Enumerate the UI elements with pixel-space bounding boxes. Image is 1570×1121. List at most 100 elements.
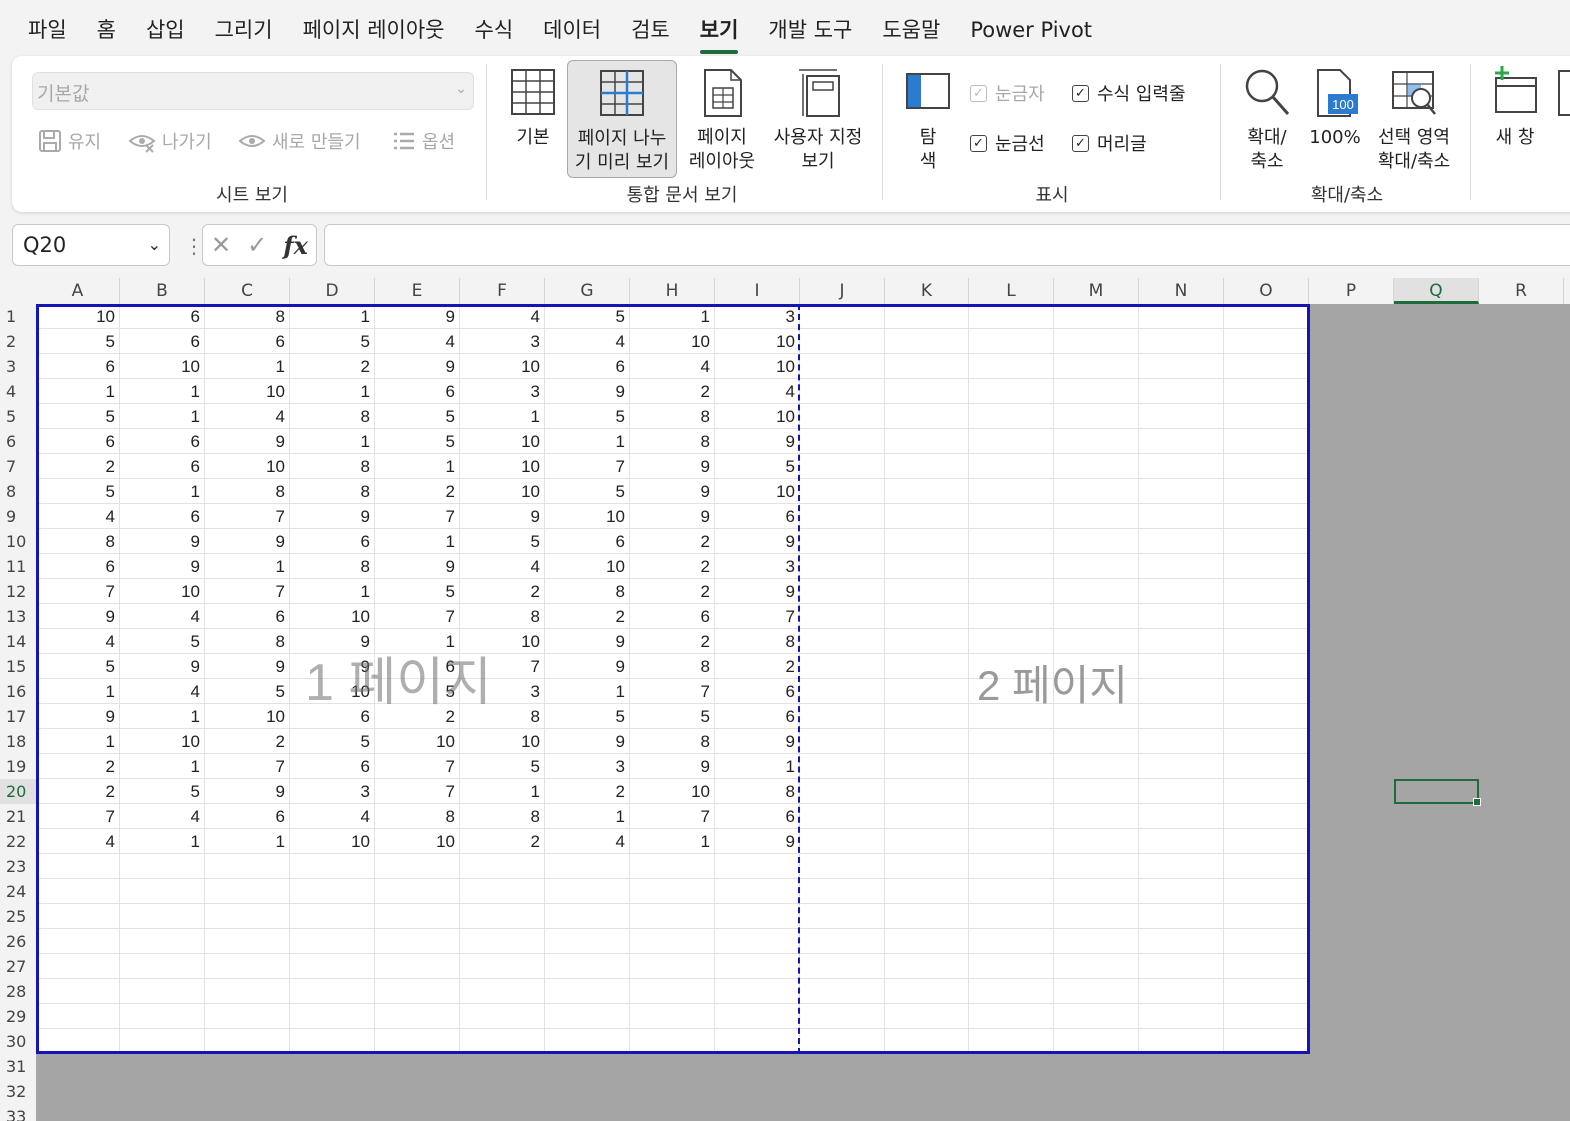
more-options-icon[interactable]: ⋮ [184,234,204,258]
cell[interactable]: 3 [545,754,630,779]
cell[interactable] [715,879,800,904]
new-window-button[interactable]: 새 창 [1486,66,1544,150]
cell[interactable] [36,929,120,954]
cell[interactable]: 5 [460,529,545,554]
cell[interactable]: 10 [120,579,205,604]
cell[interactable] [36,979,120,1004]
cell[interactable] [969,479,1054,504]
cell[interactable] [1224,379,1309,404]
row-header[interactable]: 33 [0,1104,36,1121]
cell[interactable] [885,804,969,829]
normal-view-button[interactable]: 기본 [504,66,562,150]
cell[interactable] [36,854,120,879]
cell[interactable]: 5 [36,404,120,429]
row-header[interactable]: 3 [0,354,36,379]
cell[interactable]: 9 [545,379,630,404]
cell[interactable] [885,529,969,554]
cell[interactable] [800,529,885,554]
menu-tab-1[interactable]: 홈 [97,10,116,50]
cell[interactable] [969,654,1054,679]
cell[interactable]: 10 [545,504,630,529]
cell[interactable] [1054,529,1139,554]
cell[interactable] [715,1029,800,1054]
cell[interactable] [800,704,885,729]
row-header[interactable]: 20 [0,779,36,804]
row-header[interactable]: 28 [0,979,36,1004]
cell[interactable] [460,954,545,979]
cell[interactable] [1139,879,1224,904]
cell[interactable]: 9 [630,454,715,479]
headings-checkbox[interactable]: ✓ 머리글 [1072,130,1147,156]
cell[interactable] [969,1029,1054,1054]
cell[interactable]: 4 [120,804,205,829]
cell[interactable] [36,904,120,929]
cell[interactable] [1139,929,1224,954]
cell[interactable]: 8 [460,604,545,629]
cell[interactable]: 8 [630,404,715,429]
cell[interactable]: 9 [205,529,290,554]
cell[interactable]: 5 [120,779,205,804]
cell[interactable] [36,879,120,904]
cell[interactable] [290,854,375,879]
cell[interactable] [1139,654,1224,679]
cell[interactable] [800,729,885,754]
cell[interactable] [120,954,205,979]
cell[interactable]: 4 [460,304,545,329]
cell[interactable]: 9 [715,429,800,454]
cell[interactable] [1054,304,1139,329]
cell[interactable]: 2 [36,454,120,479]
cell[interactable]: 10 [715,354,800,379]
cell[interactable]: 8 [290,479,375,504]
cell[interactable] [969,429,1054,454]
cell[interactable]: 7 [36,804,120,829]
custom-views-button[interactable]: 사용자 지정 보기 [764,66,872,174]
cell[interactable] [205,1004,290,1029]
cell[interactable]: 10 [630,779,715,804]
cell[interactable]: 6 [715,504,800,529]
cell[interactable] [120,979,205,1004]
cell[interactable]: 6 [630,604,715,629]
cell[interactable] [1224,804,1309,829]
cell[interactable]: 1 [205,829,290,854]
cell[interactable] [375,954,460,979]
cell[interactable]: 10 [460,454,545,479]
cell[interactable]: 1 [120,479,205,504]
cell[interactable]: 9 [375,354,460,379]
row-header[interactable]: 4 [0,379,36,404]
row-header[interactable]: 5 [0,404,36,429]
formula-bar-checkbox[interactable]: ✓ 수식 입력줄 [1072,80,1186,106]
cell[interactable] [1054,579,1139,604]
insert-function-button[interactable]: fx [283,231,308,260]
cell[interactable]: 10 [630,329,715,354]
cell[interactable] [375,1029,460,1054]
cell[interactable] [205,1029,290,1054]
cell[interactable] [630,979,715,1004]
cell[interactable] [1224,729,1309,754]
menu-tab-11[interactable]: Power Pivot [970,10,1092,50]
cell[interactable] [1224,329,1309,354]
cell[interactable]: 1 [715,754,800,779]
column-header-g[interactable]: G [545,278,630,304]
cell[interactable] [1139,704,1224,729]
select-all-corner[interactable] [0,278,36,304]
cell[interactable] [545,954,630,979]
cell[interactable] [1054,629,1139,654]
cell[interactable] [715,929,800,954]
cell[interactable] [800,879,885,904]
cell[interactable] [545,854,630,879]
cell[interactable]: 6 [120,304,205,329]
cell[interactable]: 7 [205,504,290,529]
cell[interactable]: 5 [460,754,545,779]
cell[interactable] [1139,779,1224,804]
cell[interactable]: 7 [205,754,290,779]
cell[interactable] [885,954,969,979]
cell[interactable] [800,354,885,379]
cell[interactable]: 3 [460,679,545,704]
cell[interactable]: 9 [205,779,290,804]
column-header-b[interactable]: B [120,278,205,304]
cell[interactable]: 1 [545,679,630,704]
cell[interactable] [120,854,205,879]
cell[interactable] [1139,329,1224,354]
cell[interactable] [545,904,630,929]
cell[interactable]: 6 [715,704,800,729]
